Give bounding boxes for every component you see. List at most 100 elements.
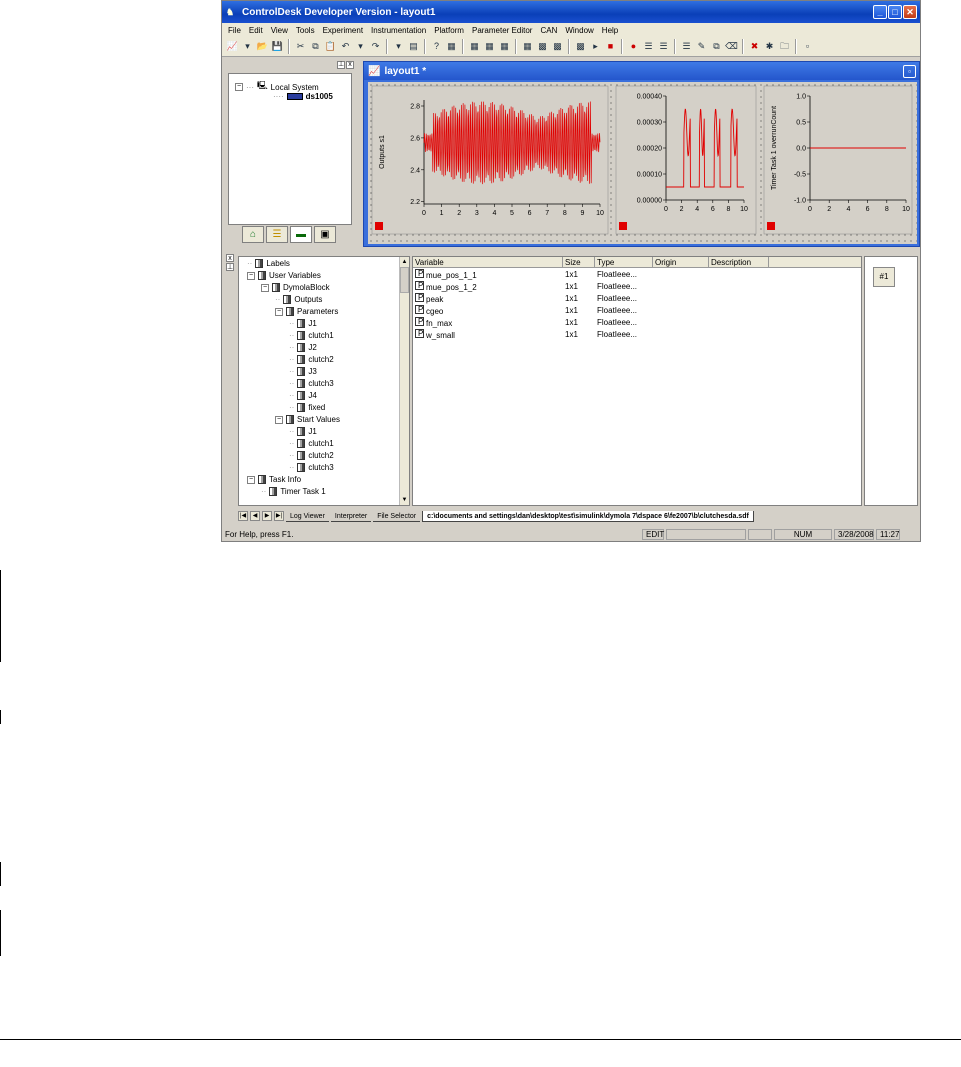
tab-chip[interactable]: ▣ [314,226,336,243]
menu-item-edit[interactable]: Edit [245,26,267,35]
pin-icon[interactable]: ⊥ [226,263,234,271]
scroll-down-icon[interactable]: ▼ [400,495,409,505]
restore-button[interactable]: ▫ [903,64,916,78]
scroll-thumb[interactable] [400,267,409,293]
layout-icon[interactable]: ▦ [483,40,496,53]
table-row[interactable]: Ppeak 1x1 FloatIeee... [413,292,861,304]
collapse-icon[interactable]: − [247,475,255,484]
scroll-up-icon[interactable]: ▲ [400,257,409,267]
output-tab[interactable]: c:\documents and settings\dan\desktop\te… [422,510,754,522]
play-icon[interactable]: ▸ [589,40,602,53]
collapse-icon[interactable]: − [235,83,243,91]
next-icon[interactable]: ▶ [262,511,272,521]
paste-icon[interactable]: 📋 [324,40,337,53]
layout-title-bar[interactable]: 📈 layout1 * ▫ [364,62,919,80]
tree-item[interactable]: ·· J3 [289,367,317,376]
tree-item[interactable]: ·· fixed [289,403,325,412]
stop-icon[interactable]: ■ [604,40,617,53]
chart-icon[interactable]: 📈 [226,40,239,53]
list-icon[interactable]: ☰ [642,40,655,53]
disabled-icon[interactable]: ▫ [801,40,814,53]
column-header[interactable]: Description [709,257,769,267]
tree-item[interactable]: − Task Info [247,475,301,484]
first-icon[interactable]: |◀ [238,511,248,521]
close-button[interactable]: ✕ [903,5,917,19]
menu-item-tools[interactable]: Tools [292,26,319,35]
tree-item[interactable]: ·· Labels [247,259,290,268]
cut-icon[interactable]: ✂ [294,40,307,53]
tree-item[interactable]: ·· Timer Task 1 [261,487,326,496]
instrument-icon[interactable]: ▩ [574,40,587,53]
menu-item-instrumentation[interactable]: Instrumentation [367,26,430,35]
table-row[interactable]: Pmue_pos_1_2 1x1 FloatIeee... [413,280,861,292]
menu-item-help[interactable]: Help [598,26,622,35]
output-tab[interactable]: Interpreter [330,511,372,522]
collapse-icon[interactable]: − [247,271,255,280]
column-header[interactable]: Size [563,257,595,267]
down-arrow-icon[interactable]: ▾ [392,40,405,53]
tree-scrollbar[interactable]: ▲ ▼ [399,257,409,505]
tree-item[interactable]: ·· J1 [289,427,317,436]
tab-platform[interactable]: ▬ [290,226,312,243]
pin-icon[interactable]: ⊥ [337,61,345,69]
column-header[interactable]: Variable [413,257,563,267]
output-tab[interactable]: Log Viewer [286,511,329,522]
column-header[interactable]: Type [595,257,653,267]
menu-item-window[interactable]: Window [561,26,597,35]
down-arrow-icon[interactable]: ▾ [241,40,254,53]
folder-icon[interactable]: 🗀 [778,40,791,53]
table-row[interactable]: Pmue_pos_1_1 1x1 FloatIeee... [413,268,861,280]
tree-item[interactable]: ·· clutch2 [289,451,334,460]
tab-instruments[interactable]: ⌂ [242,226,264,243]
save-icon[interactable]: 💾 [271,40,284,53]
menu-item-platform[interactable]: Platform [430,26,468,35]
delete-icon[interactable]: ✖ [748,40,761,53]
tree-item[interactable]: − Parameters [275,307,338,316]
tree-item[interactable]: − Start Values [275,415,340,424]
properties-icon[interactable]: ▤ [407,40,420,53]
menu-item-file[interactable]: File [224,26,245,35]
tree-item[interactable]: ·· J4 [289,391,317,400]
instance-button[interactable]: #1 [873,267,895,287]
close-icon[interactable]: x [346,61,354,69]
minimize-button[interactable]: _ [873,5,887,19]
tree-item[interactable]: ·· clutch2 [289,355,334,364]
redo-icon[interactable]: ↷ [369,40,382,53]
tree-item[interactable]: ·· Outputs [275,295,322,304]
prev-icon[interactable]: ◀ [250,511,260,521]
tab-layouts[interactable]: ☰ [266,226,288,243]
settings-icon[interactable]: ✱ [763,40,776,53]
collapse-icon[interactable]: − [275,307,283,316]
close-icon[interactable]: x [226,254,234,262]
title-bar[interactable]: ♞ ControlDesk Developer Version - layout… [222,1,920,23]
column-header[interactable]: Origin [653,257,709,267]
tree-item-ds1005[interactable]: ···· ds1005 [273,92,333,101]
edit-icon[interactable]: ✎ [695,40,708,53]
open-folder-icon[interactable]: 📂 [256,40,269,53]
tree-item[interactable]: ·· clutch1 [289,439,334,448]
help-pointer-icon[interactable]: ? [430,40,443,53]
tree-item[interactable]: ·· clutch1 [289,331,334,340]
copy-icon[interactable]: ⧉ [309,40,322,53]
tree-item[interactable]: − User Variables [247,271,321,280]
maximize-button[interactable]: □ [888,5,902,19]
menu-item-can[interactable]: CAN [536,26,561,35]
menu-item-parameter-editor[interactable]: Parameter Editor [468,26,536,35]
tree-item[interactable]: ·· clutch3 [289,379,334,388]
output-tab[interactable]: File Selector [373,511,421,522]
tree-item[interactable]: − DymolaBlock [261,283,330,292]
menu-item-experiment[interactable]: Experiment [319,26,367,35]
layout-icon[interactable]: ▦ [498,40,511,53]
collapse-icon[interactable]: − [261,283,269,292]
list-icon[interactable]: ☰ [680,40,693,53]
copy-icon[interactable]: ⧉ [710,40,723,53]
record-icon[interactable]: ● [627,40,640,53]
tree-item[interactable]: ·· J1 [289,319,317,328]
table-row[interactable]: Pcgeo 1x1 FloatIeee... [413,304,861,316]
list-icon[interactable]: ☰ [657,40,670,53]
eraser-icon[interactable]: ⌫ [725,40,738,53]
collapse-icon[interactable]: − [275,415,283,424]
down-arrow-icon[interactable]: ▾ [354,40,367,53]
layout-icon[interactable]: ▦ [445,40,458,53]
instrument-icon[interactable]: ▩ [536,40,549,53]
